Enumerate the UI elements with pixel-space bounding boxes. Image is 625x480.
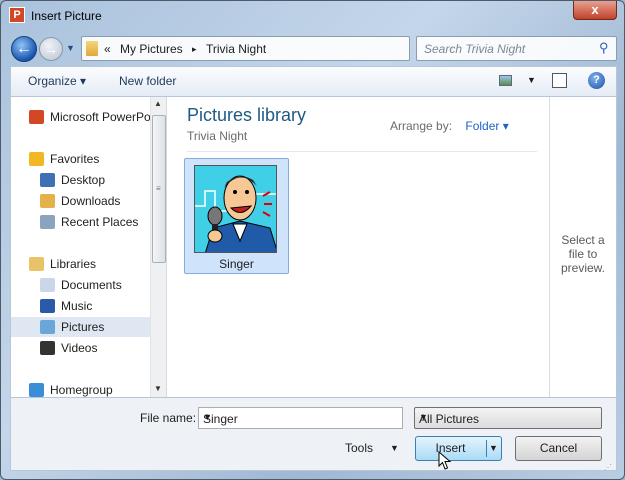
breadcrumb-my-pictures[interactable]: My Pictures xyxy=(120,42,183,56)
window-title: Insert Picture xyxy=(31,9,102,23)
sidebar-item-label: Desktop xyxy=(61,173,106,187)
preview-pane: Select a file to preview. xyxy=(549,97,616,397)
arrange-by: Arrange by: Folder ▾ xyxy=(390,119,509,133)
sidebar-item-label: Downloads xyxy=(61,194,121,208)
sidebar-item-libraries[interactable]: Libraries xyxy=(11,254,150,274)
dialog-footer: File name: Singer ▼ All Pictures ▼ Tools ▼ … xyxy=(10,398,617,471)
powerpoint-icon: P xyxy=(9,7,25,23)
file-item[interactable]: Singer xyxy=(184,158,289,274)
change-view-icon[interactable] xyxy=(499,75,512,86)
back-button[interactable]: ← xyxy=(11,36,37,62)
nav-scrollbar[interactable]: ▲ ≡ ▼ xyxy=(150,97,167,397)
cancel-button[interactable]: Cancel xyxy=(515,436,602,461)
chevron-down-icon: ▼ xyxy=(419,412,428,422)
search-icon[interactable]: ⚲ xyxy=(599,40,609,56)
forward-button[interactable]: → xyxy=(39,37,63,61)
arrange-by-dropdown[interactable]: Folder ▾ xyxy=(465,119,508,133)
sidebar-item-label: Libraries xyxy=(50,257,97,271)
videos-icon xyxy=(40,341,55,355)
file-type-select[interactable]: All Pictures ▼ xyxy=(414,407,602,429)
navigation-pane: Microsoft PowerPoint Favorites Desktop Down… xyxy=(11,97,150,397)
sidebar-item-recent-places[interactable]: Recent Places xyxy=(11,212,150,232)
sidebar-item-microsoft-powerpoint[interactable]: Microsoft PowerPoint xyxy=(11,107,150,127)
help-icon[interactable]: ? xyxy=(588,72,605,89)
breadcrumb-overflow[interactable]: « xyxy=(104,42,111,56)
close-button[interactable]: x xyxy=(573,1,617,20)
sidebar-item-favorites[interactable]: Favorites xyxy=(11,149,150,169)
sidebar-item-desktop[interactable]: Desktop xyxy=(11,170,150,190)
sidebar-item-music[interactable]: Music xyxy=(11,296,150,316)
insert-options-dropdown[interactable]: ▼ xyxy=(489,437,498,460)
library-subtitle: Trivia Night xyxy=(187,129,248,143)
homegroup-icon xyxy=(29,383,44,397)
breadcrumb-separator[interactable]: ▸ xyxy=(192,44,197,55)
new-folder-button[interactable]: New folder xyxy=(119,74,176,88)
file-list: Pictures library Trivia Night Arrange by… xyxy=(168,97,549,397)
browser-pane: Microsoft PowerPoint Favorites Desktop Down… xyxy=(10,96,617,398)
powerpoint-icon xyxy=(29,110,44,124)
insert-picture-dialog: P Insert Picture x ← → ▼ « My Pictures ▸… xyxy=(0,0,625,480)
divider xyxy=(187,151,537,152)
library-title: Pictures library xyxy=(187,105,307,125)
sidebar-item-documents[interactable]: Documents xyxy=(11,275,150,295)
recent-pages-dropdown[interactable]: ▼ xyxy=(66,43,75,53)
scrollbar-thumb[interactable]: ≡ xyxy=(152,115,166,263)
file-name-input[interactable]: Singer ▼ xyxy=(198,407,403,429)
sidebar-item-label: Music xyxy=(61,299,93,313)
recent-places-icon xyxy=(40,215,55,229)
file-name-label: File name: xyxy=(140,411,197,425)
sidebar-item-label: Recent Places xyxy=(61,215,139,229)
toolbar: Organize ▾ New folder ▼ ? xyxy=(10,66,617,96)
sidebar-item-label: Favorites xyxy=(50,152,100,166)
libraries-icon xyxy=(29,257,44,271)
mouse-cursor-icon xyxy=(438,451,452,470)
sidebar-item-label: Documents xyxy=(61,278,122,292)
organize-button[interactable]: Organize ▾ xyxy=(28,74,86,88)
downloads-folder-icon xyxy=(40,194,55,208)
view-dropdown[interactable]: ▼ xyxy=(527,75,536,85)
file-name: Singer xyxy=(219,257,254,271)
address-bar[interactable]: « My Pictures ▸ Trivia Night ▼ ⇆ xyxy=(81,36,483,61)
insert-button[interactable]: Insert ▼ xyxy=(415,436,502,461)
sidebar-item-label: Microsoft PowerPoint xyxy=(50,110,150,124)
sidebar-item-pictures[interactable]: Pictures xyxy=(11,317,150,337)
preview-pane-icon[interactable] xyxy=(552,73,567,88)
search-placeholder: Search Trivia Night xyxy=(424,42,526,56)
documents-icon xyxy=(40,278,55,292)
resize-grip[interactable]: ⋰ xyxy=(604,463,612,472)
pictures-icon xyxy=(40,320,55,334)
sidebar-item-homegroup[interactable]: Homegroup xyxy=(11,380,150,397)
sidebar-item-downloads[interactable]: Downloads xyxy=(11,191,150,211)
sidebar-item-label: Pictures xyxy=(61,320,105,334)
file-name-dropdown[interactable]: ▼ xyxy=(203,412,397,422)
desktop-icon xyxy=(40,173,55,187)
star-icon xyxy=(29,152,44,166)
sidebar-item-label: Homegroup xyxy=(50,383,113,397)
search-input[interactable]: Search Trivia Night ⚲ xyxy=(416,36,617,61)
tools-button[interactable]: Tools ▼ xyxy=(345,441,399,455)
breadcrumb-trivia-night[interactable]: Trivia Night xyxy=(206,42,266,56)
preview-message: Select a file to preview. xyxy=(560,233,606,275)
music-icon xyxy=(40,299,55,313)
singer-thumbnail xyxy=(194,165,277,253)
folder-icon xyxy=(86,41,98,56)
sidebar-item-videos[interactable]: Videos xyxy=(11,338,150,358)
sidebar-item-label: Videos xyxy=(61,341,98,355)
